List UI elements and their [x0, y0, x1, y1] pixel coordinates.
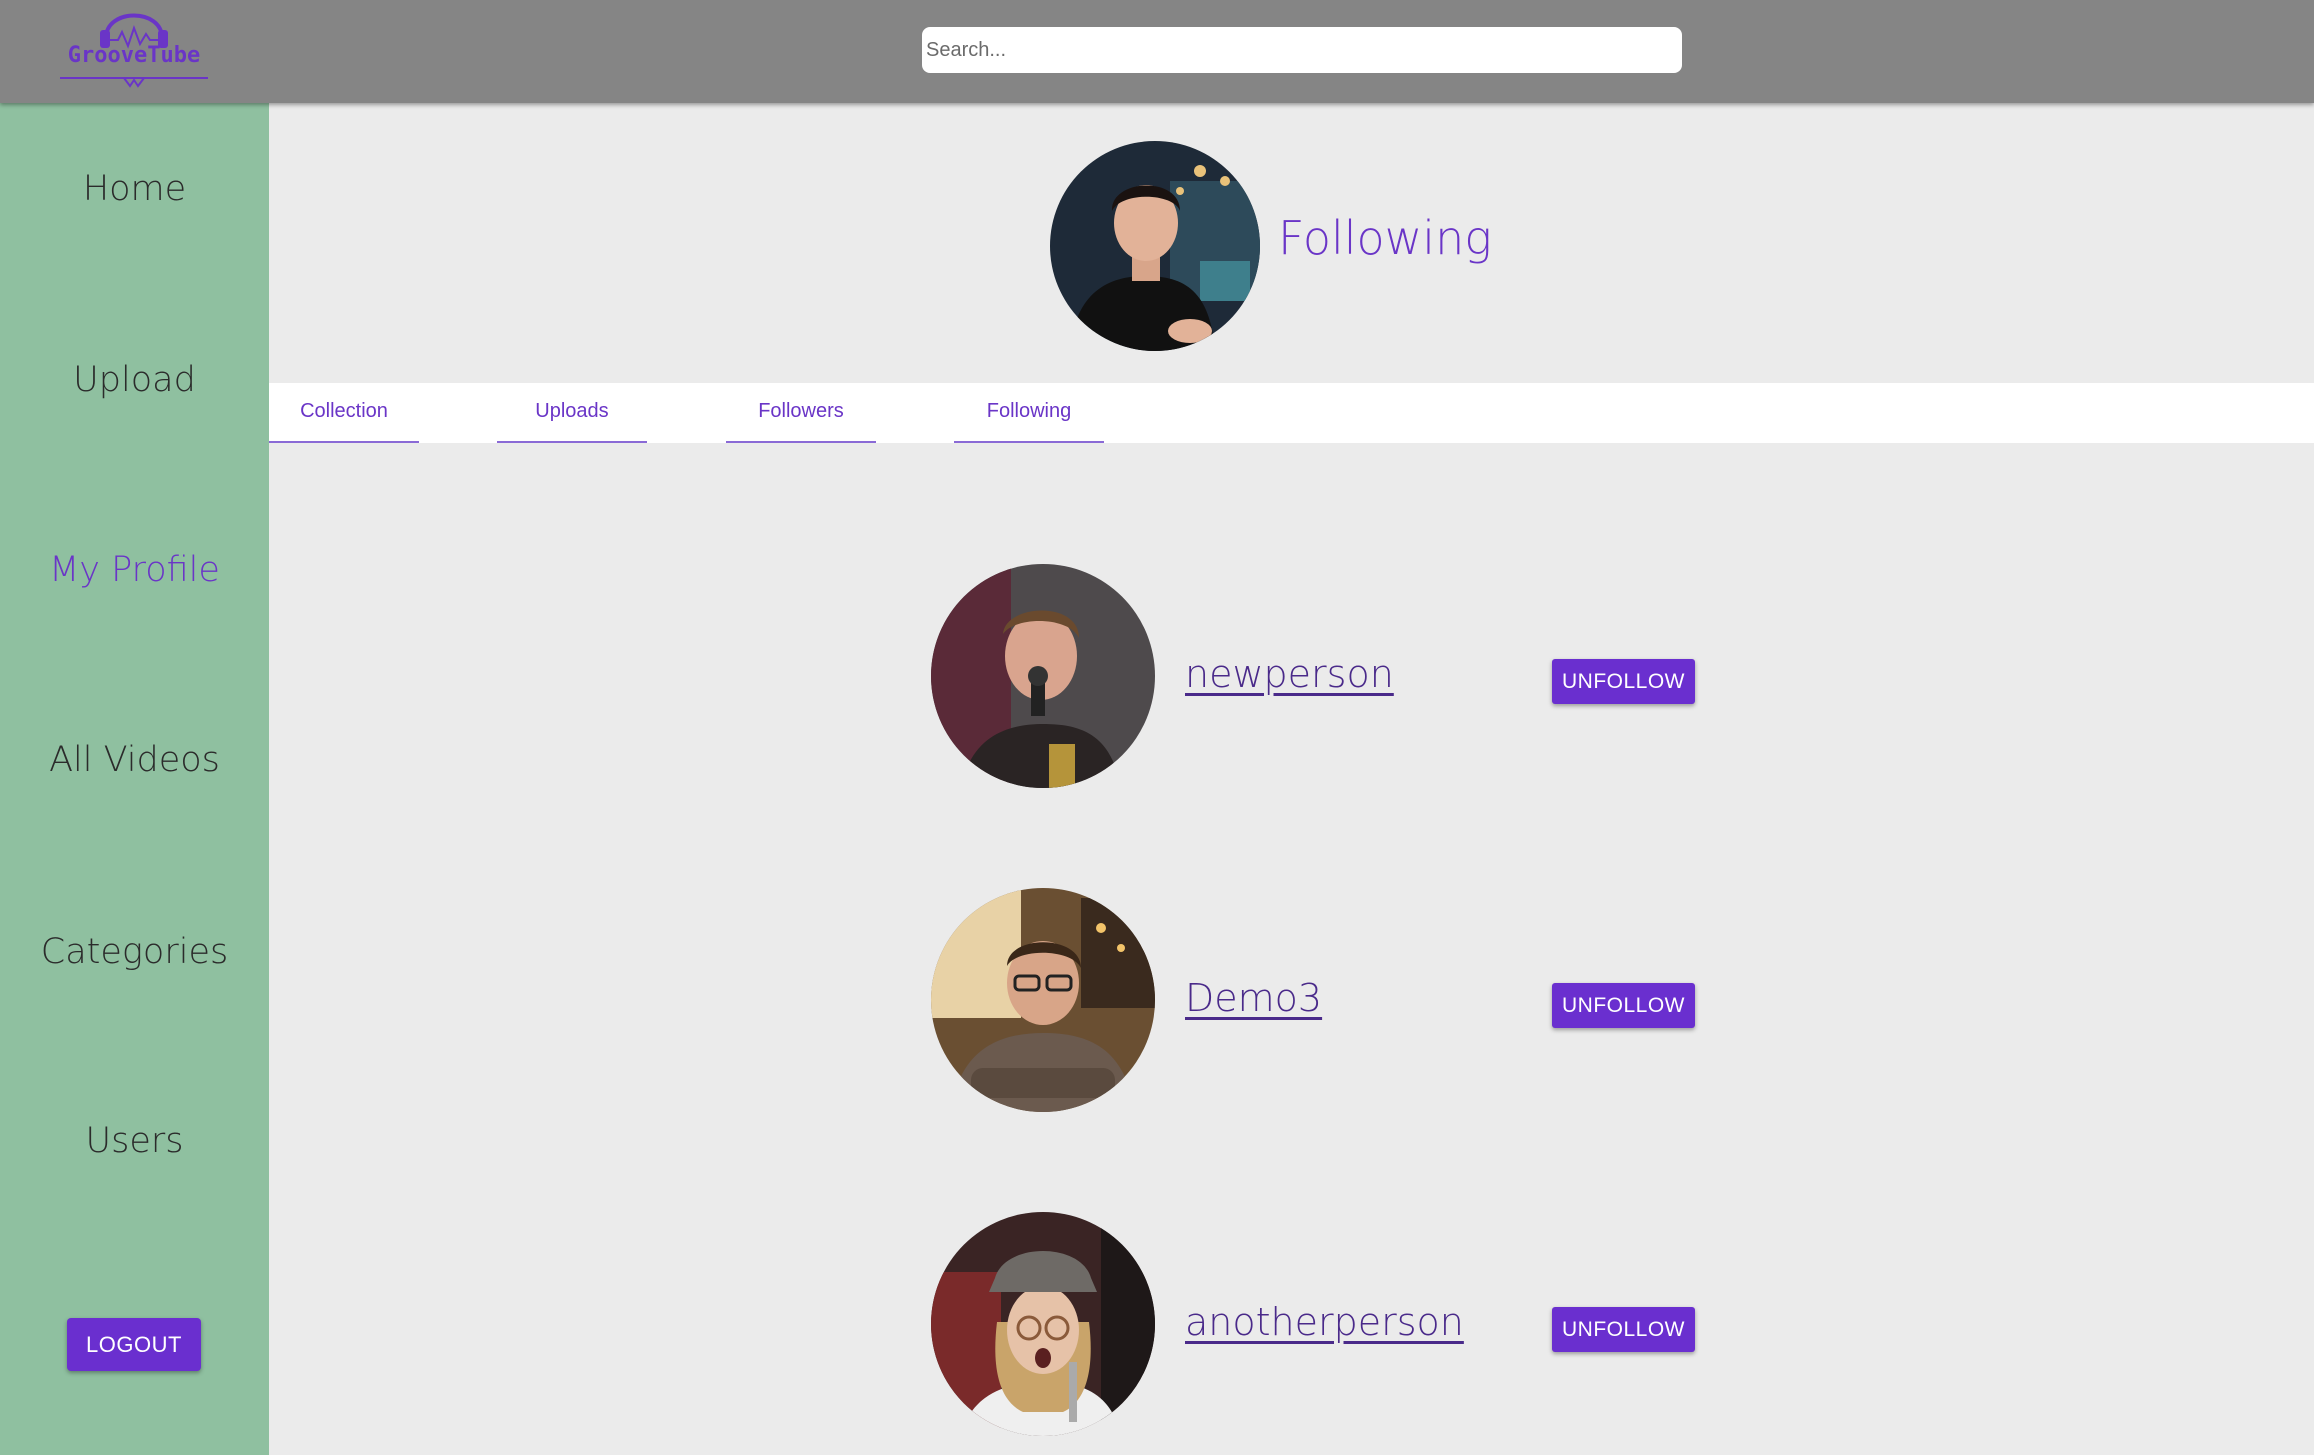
- sidebar-item-upload[interactable]: Upload: [0, 360, 269, 400]
- sidebar-item-my-profile[interactable]: My Profile: [0, 550, 269, 590]
- user-avatar[interactable]: [931, 564, 1155, 788]
- top-header: GrooveTube: [0, 0, 2314, 103]
- sidebar-item-home[interactable]: Home: [0, 169, 269, 209]
- user-avatar[interactable]: [931, 888, 1155, 1112]
- profile-avatar: [1050, 141, 1260, 351]
- svg-text:GrooveTube: GrooveTube: [68, 43, 200, 68]
- unfollow-button[interactable]: UNFOLLOW: [1552, 1307, 1695, 1352]
- user-link[interactable]: newperson: [1185, 652, 1394, 696]
- logout-button[interactable]: LOGOUT: [67, 1318, 201, 1371]
- tab-collection[interactable]: Collection: [269, 383, 419, 443]
- list-item: newperson UNFOLLOW: [269, 564, 2314, 788]
- unfollow-button[interactable]: UNFOLLOW: [1552, 659, 1695, 704]
- sidebar-item-categories[interactable]: Categories: [0, 932, 269, 972]
- page-title: Following: [1278, 211, 1492, 265]
- tab-followers[interactable]: Followers: [726, 383, 876, 443]
- list-item: Demo3 UNFOLLOW: [269, 888, 2314, 1112]
- sidebar-item-all-videos[interactable]: All Videos: [0, 740, 269, 780]
- user-avatar[interactable]: [931, 1212, 1155, 1436]
- search-input[interactable]: [922, 27, 1682, 73]
- unfollow-button[interactable]: UNFOLLOW: [1552, 983, 1695, 1028]
- profile-tabs: Collection Uploads Followers Following: [269, 383, 2314, 443]
- main-content: Following Collection Uploads Followers F…: [269, 103, 2314, 1455]
- tab-uploads[interactable]: Uploads: [497, 383, 647, 443]
- user-link[interactable]: Demo3: [1185, 976, 1322, 1020]
- sidebar: Home Upload My Profile All Videos Catego…: [0, 103, 269, 1455]
- list-item: anotherperson UNFOLLOW: [269, 1212, 2314, 1436]
- tab-following[interactable]: Following: [954, 383, 1104, 443]
- user-link[interactable]: anotherperson: [1185, 1300, 1464, 1344]
- sidebar-item-users[interactable]: Users: [0, 1121, 269, 1161]
- groovetube-logo[interactable]: GrooveTube: [44, 4, 224, 92]
